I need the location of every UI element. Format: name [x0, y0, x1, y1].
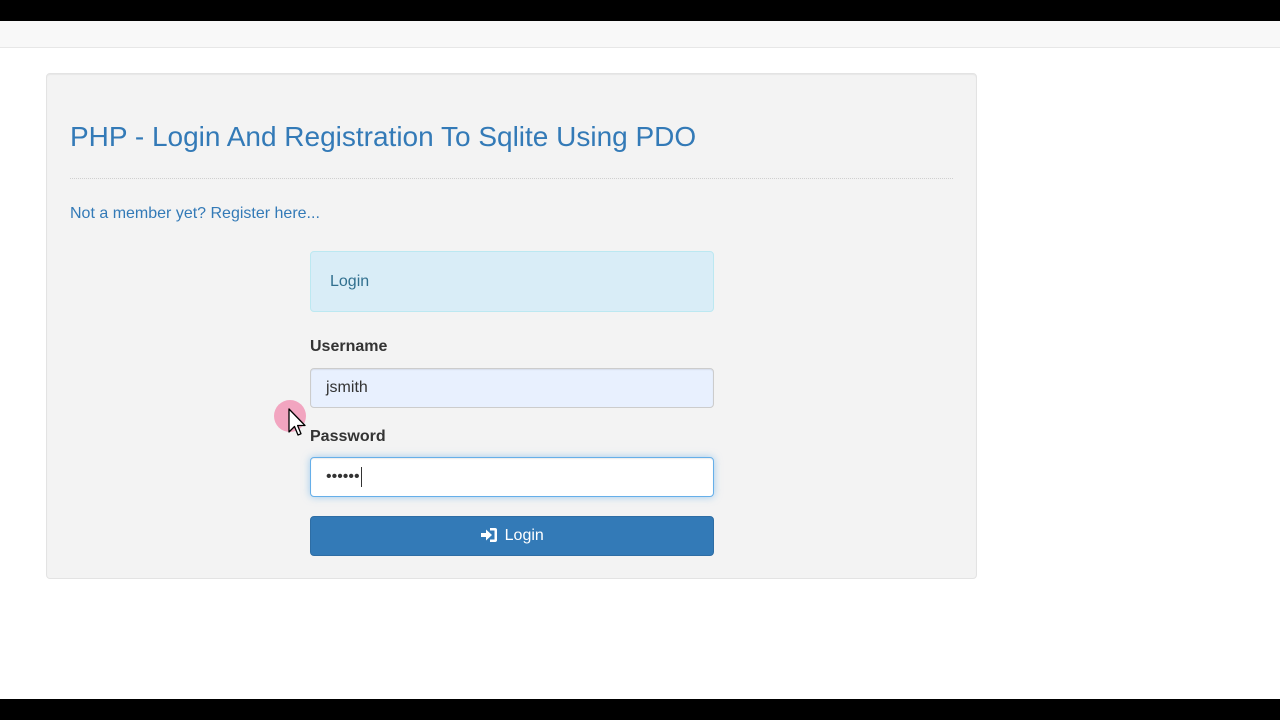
title-divider [70, 178, 953, 179]
login-header-label: Login [330, 273, 370, 290]
password-value: •••••• [326, 468, 360, 485]
username-input[interactable]: jsmith [310, 368, 714, 408]
sign-in-icon [480, 527, 504, 544]
login-button[interactable]: Login [310, 516, 714, 556]
top-letterbox-bar [0, 0, 1280, 21]
register-link[interactable]: Not a member yet? Register here... [70, 204, 320, 224]
page-title: PHP - Login And Registration To Sqlite U… [70, 121, 697, 152]
navbar [0, 21, 1280, 48]
text-caret [360, 466, 362, 487]
password-label: Password [310, 428, 386, 445]
username-label: Username [310, 338, 388, 355]
login-button-label: Login [504, 527, 544, 544]
mouse-pointer-icon [288, 408, 306, 443]
login-header-alert: Login [310, 251, 714, 312]
password-input[interactable]: •••••• [310, 457, 714, 497]
username-value: jsmith [326, 379, 368, 396]
bottom-letterbox-bar [0, 699, 1280, 720]
